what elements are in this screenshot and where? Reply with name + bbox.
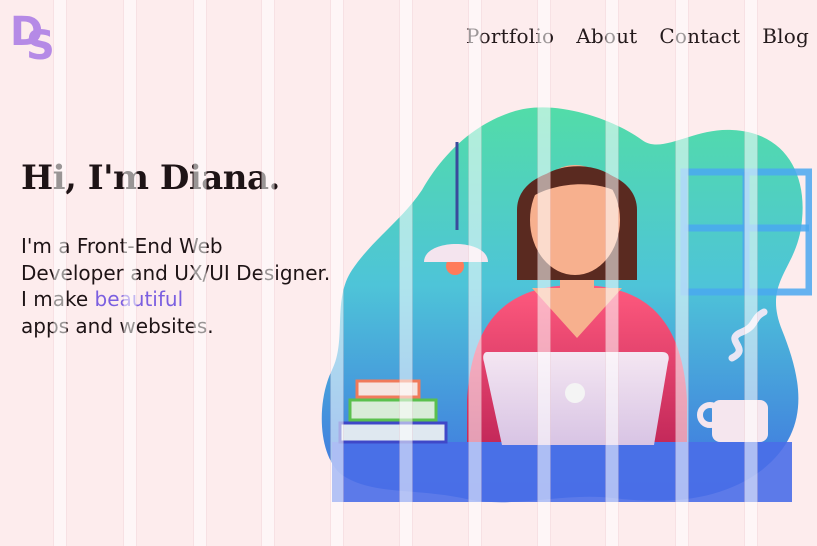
logo-letter-s: S bbox=[26, 23, 55, 69]
logo[interactable]: D S bbox=[10, 12, 56, 66]
intro-line-4: apps and websites. bbox=[21, 313, 214, 338]
intro-accent-word: beautiful bbox=[94, 287, 184, 311]
nav-link-contact[interactable]: Contact bbox=[659, 24, 740, 48]
desk bbox=[332, 442, 792, 502]
intro-line-1: I'm a Front-End Web bbox=[21, 234, 223, 258]
laptop-icon bbox=[483, 352, 669, 445]
intro-line-2: Developer and UX/UI Designer. bbox=[21, 260, 331, 285]
hero-headline: Hi, I'm Diana. bbox=[21, 158, 280, 198]
intro-line-3: I make beautiful bbox=[21, 286, 330, 313]
main-nav: Portfolio About Contact Blog bbox=[466, 24, 809, 48]
hero-intro: I'm a Front-End Web Developer and UX/UI … bbox=[21, 233, 330, 339]
intro-line-3-prefix: I make bbox=[21, 287, 89, 311]
hero-illustration bbox=[321, 107, 812, 503]
nav-link-portfolio[interactable]: Portfolio bbox=[466, 24, 554, 48]
nav-link-about[interactable]: About bbox=[576, 24, 637, 48]
nav-link-blog[interactable]: Blog bbox=[762, 24, 809, 48]
